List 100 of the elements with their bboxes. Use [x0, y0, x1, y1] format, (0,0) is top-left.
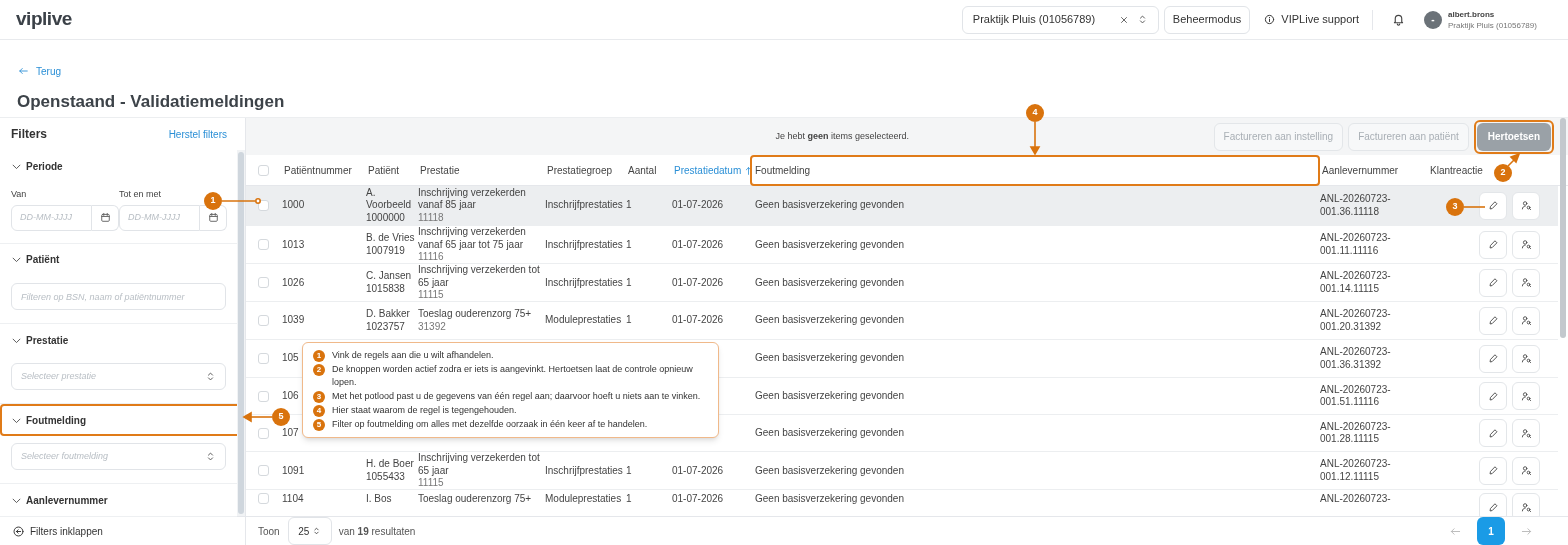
customer-lookup-button[interactable] [1512, 382, 1540, 410]
page-size-select[interactable]: 25 [287, 517, 332, 545]
delivery-number: ANL-20260723- [1320, 383, 1392, 396]
user-search-icon[interactable] [1520, 353, 1532, 364]
customer-lookup-button[interactable] [1512, 419, 1540, 447]
customer-lookup-button[interactable] [1512, 493, 1540, 516]
row-checkbox[interactable] [258, 493, 269, 504]
column-header[interactable]: Patiëntnummer [282, 155, 354, 186]
delivery-number: 001.51.11116 [1320, 396, 1380, 409]
filter-section-header[interactable]: Patiënt [0, 243, 237, 276]
date-field[interactable]: DD-MM-JJJJ [119, 204, 200, 231]
patient-id: 1007919 [366, 244, 406, 258]
filter-section-header[interactable]: Periode [0, 150, 237, 182]
customer-lookup-button[interactable] [1512, 230, 1540, 259]
pencil-icon[interactable] [1487, 390, 1499, 402]
customer-lookup-button[interactable] [1512, 268, 1540, 297]
customer-lookup-button[interactable] [1512, 456, 1540, 485]
close-icon[interactable] [1118, 14, 1129, 25]
edit-button[interactable] [1479, 191, 1507, 220]
user-search-icon[interactable] [1520, 315, 1532, 326]
user-search-icon[interactable] [1520, 390, 1532, 402]
pencil-icon[interactable] [1487, 315, 1499, 326]
filter-section-header[interactable]: Aanlevernummer [0, 484, 237, 516]
patient-number: 106 [282, 389, 299, 403]
column-header[interactable]: Foutmelding [750, 155, 1320, 186]
pencil-icon[interactable] [1487, 501, 1499, 513]
number-badge: 4 [313, 405, 325, 417]
delivery-number: 001.36.11118 [1320, 205, 1380, 218]
support-link[interactable]: VIPLive support [1264, 11, 1359, 28]
customer-lookup-button[interactable] [1512, 191, 1540, 220]
service-code: 11116 [418, 251, 445, 264]
error-message: Geen basisverzekering gevonden [754, 389, 905, 403]
service-group: Inschrijfprestaties [545, 199, 626, 212]
previous-page-icon[interactable] [1450, 525, 1461, 537]
error-message: Geen basisverzekering gevonden [754, 352, 905, 365]
chevron-up-down-icon[interactable] [312, 526, 322, 536]
user-search-icon[interactable] [1520, 277, 1532, 289]
row-checkbox[interactable] [258, 277, 269, 289]
chevron-up-down-icon[interactable] [205, 371, 216, 382]
patient-number: 1000 [282, 199, 305, 212]
pencil-icon[interactable] [1487, 277, 1499, 289]
reset-filters-link[interactable]: Herstel filters [168, 126, 227, 142]
callout-arrow [242, 411, 273, 423]
arrow-left-icon[interactable] [17, 66, 30, 76]
bell-icon[interactable] [1392, 13, 1405, 26]
date-field[interactable]: DD-MM-JJJJ [11, 204, 92, 231]
user-avatar[interactable]: - [1424, 10, 1442, 29]
collapse-filters-button[interactable]: Filters inklappen [13, 523, 103, 539]
calendar-icon[interactable] [99, 212, 111, 223]
legend-text: Hier staat waarom de regel is tegengehouden. [332, 404, 517, 417]
delivery-number: ANL-20260723- [1320, 232, 1392, 245]
customer-lookup-button[interactable] [1512, 306, 1540, 335]
pencil-icon[interactable] [1487, 239, 1499, 251]
row-checkbox[interactable] [258, 390, 269, 402]
row-checkbox[interactable] [258, 239, 269, 251]
selection-message: Je hebt geen items geselecteerd. [774, 129, 911, 143]
pencil-icon[interactable] [1487, 465, 1499, 477]
column-header[interactable]: Prestatiegroep [545, 155, 615, 186]
chevron-up-down-icon[interactable] [205, 451, 216, 462]
customer-lookup-button[interactable] [1512, 344, 1540, 373]
callout-arrow [1029, 121, 1041, 156]
edit-button[interactable] [1479, 493, 1507, 516]
user-search-icon[interactable] [1520, 501, 1532, 513]
user-search-icon[interactable] [1520, 239, 1532, 251]
delivery-number: 001.36.31392 [1320, 358, 1383, 371]
error-message: Geen basisverzekering gevonden [754, 276, 905, 289]
user-practice: Praktijk Pluis (01056789) [1448, 19, 1538, 31]
back-link[interactable]: Terug [17, 63, 61, 79]
patient-search-field[interactable]: Filteren op BSN, naam of patiëntnummer [11, 283, 226, 310]
number-badge: 3 [313, 391, 325, 403]
delivery-number: ANL-20260723- [1320, 270, 1392, 283]
info-icon[interactable] [1264, 14, 1276, 25]
patient-number: 1091 [282, 464, 305, 477]
scrollbar-thumb[interactable] [238, 152, 244, 514]
row-checkbox[interactable] [258, 353, 269, 364]
pencil-icon[interactable] [1487, 200, 1499, 211]
select-all-checkbox[interactable] [258, 165, 269, 176]
row-checkbox[interactable] [258, 427, 269, 439]
arrow-left-circle-icon[interactable] [13, 525, 24, 537]
next-page-icon[interactable] [1521, 525, 1532, 537]
practice-select[interactable]: Praktijk Pluis (01056789) [961, 5, 1159, 34]
column-header[interactable]: Klantreactie [1428, 155, 1485, 186]
admin-mode-button[interactable]: Beheermodus [1163, 5, 1251, 34]
column-header[interactable]: Patiënt [366, 155, 402, 186]
delivery-number: 001.12.11115 [1320, 470, 1380, 484]
row-checkbox[interactable] [258, 465, 269, 477]
filter-section-header[interactable]: Prestatie [0, 324, 237, 356]
user-search-icon[interactable] [1520, 200, 1532, 211]
column-header[interactable]: Prestatie [418, 155, 462, 186]
pencil-icon[interactable] [1487, 353, 1499, 364]
calendar-icon[interactable] [207, 212, 219, 223]
pencil-icon[interactable] [1487, 427, 1499, 439]
service-name: Inschrijving verzekerden tot 65 jaar [418, 452, 541, 477]
scrollbar-thumb[interactable] [1560, 118, 1566, 338]
column-header[interactable]: Aanlevernummer [1320, 155, 1401, 186]
user-search-icon[interactable] [1520, 427, 1532, 439]
user-search-icon[interactable] [1520, 465, 1532, 477]
patient-number: 105 [282, 352, 299, 365]
row-checkbox[interactable] [258, 315, 269, 326]
column-header[interactable]: Aantal [626, 155, 659, 186]
